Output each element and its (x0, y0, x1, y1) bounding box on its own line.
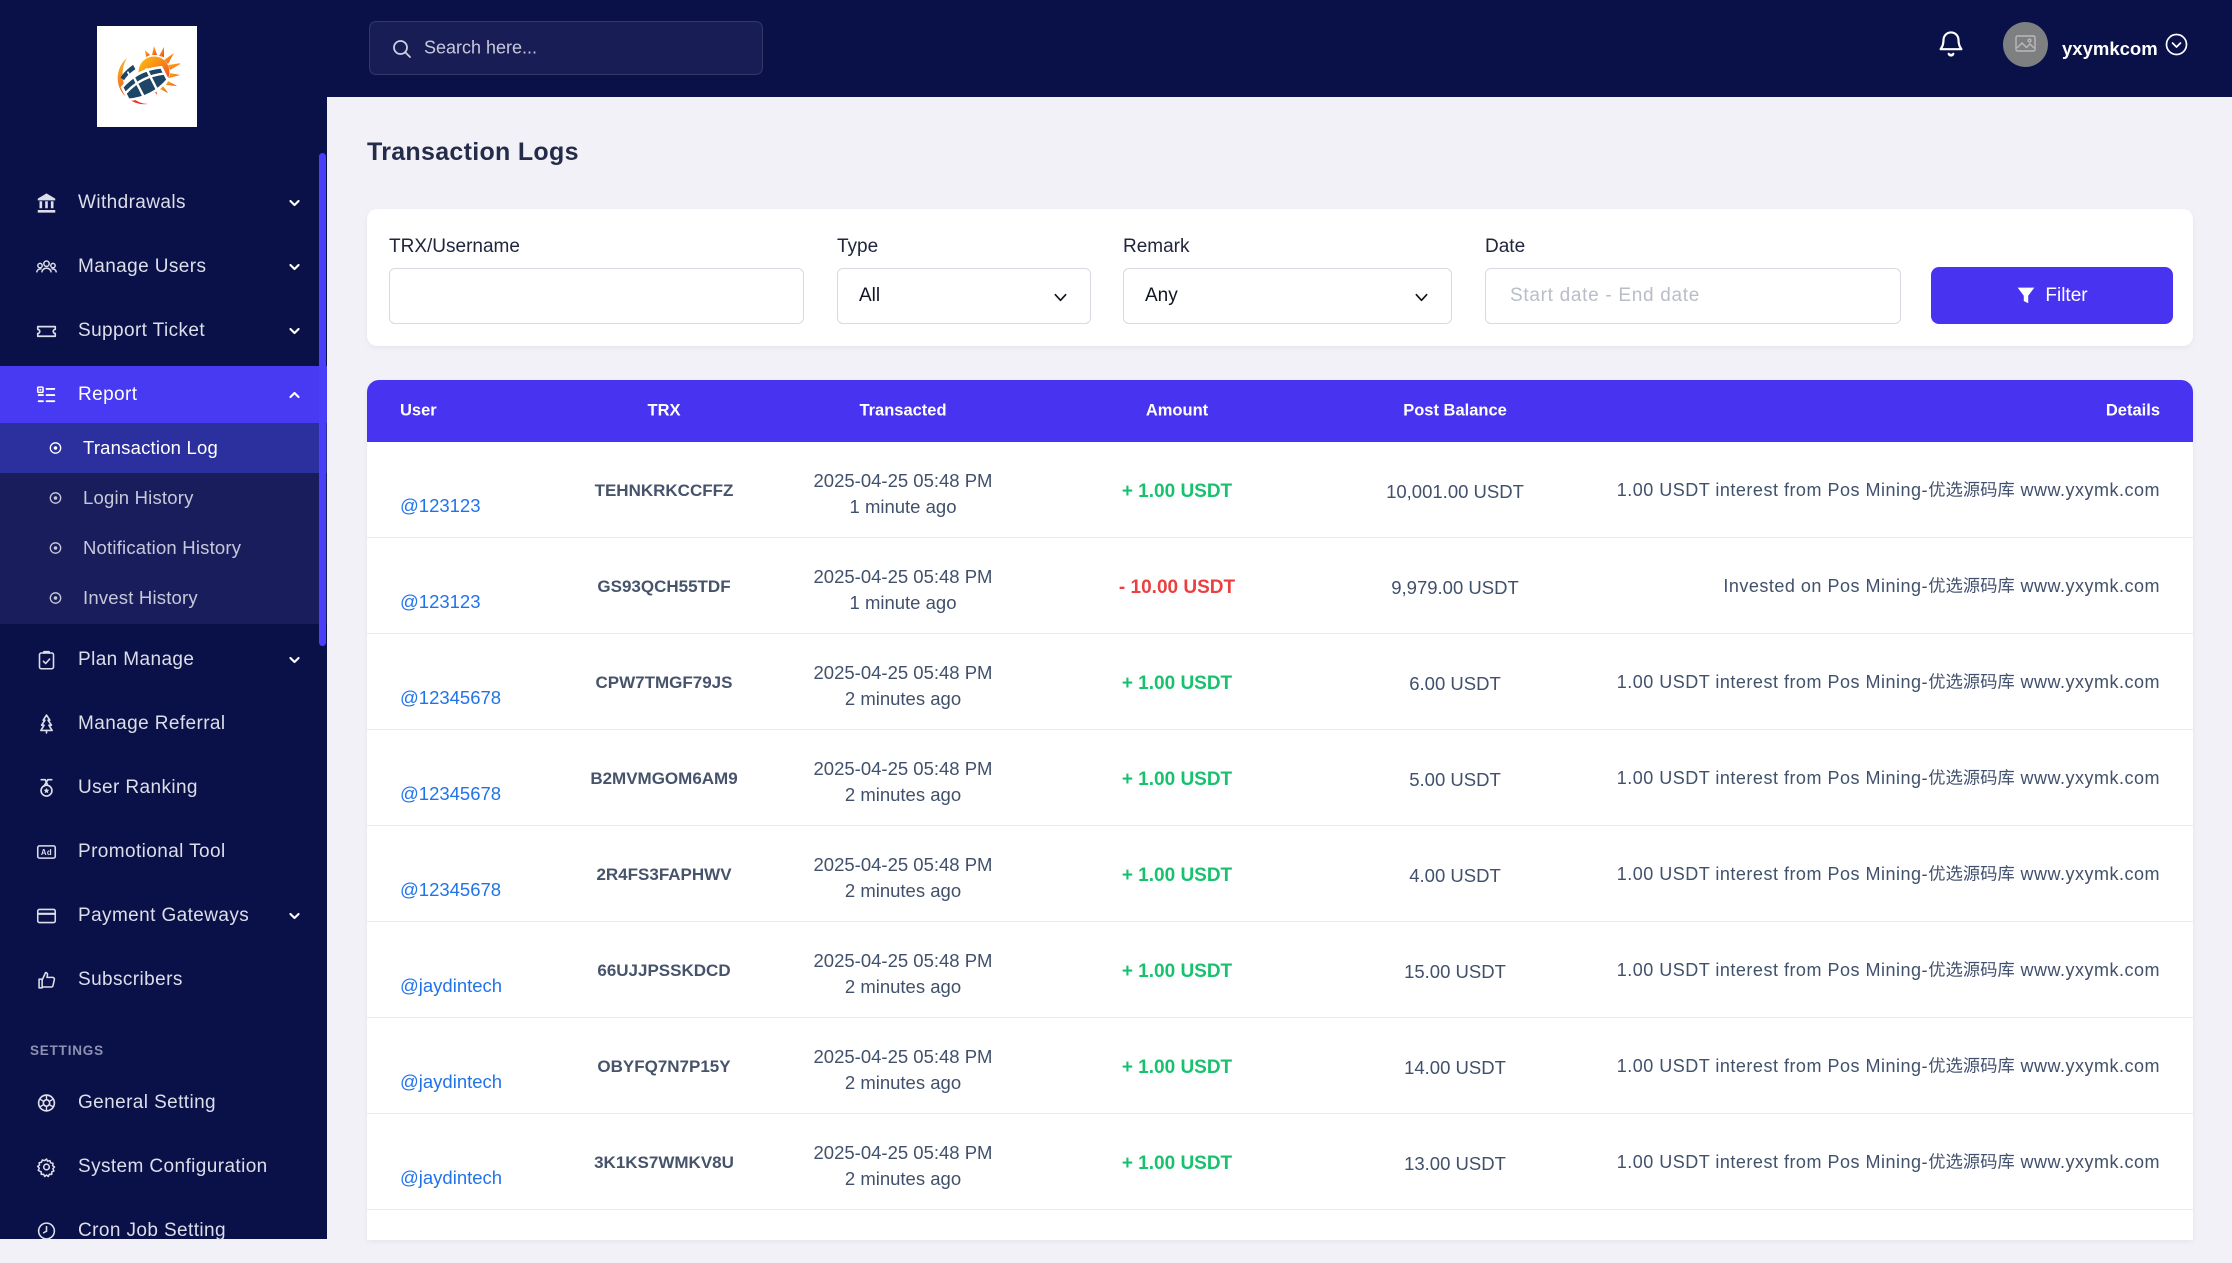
svg-text:Ad: Ad (41, 848, 52, 857)
